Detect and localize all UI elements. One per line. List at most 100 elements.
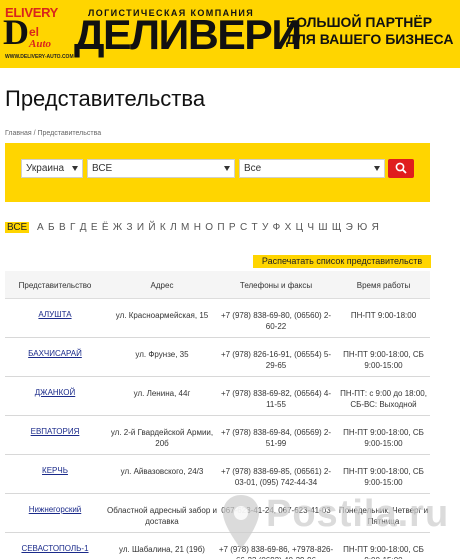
phone-cell: +7 (978) 838-69-80, (06560) 2-60-22 (220, 311, 332, 331)
table-row: ДЖАНКОЙ ул. Ленина, 44г +7 (978) 838-69-82… (5, 377, 430, 416)
breadcrumb-current: Представительства (37, 130, 102, 137)
letter-filter[interactable]: А (37, 222, 44, 233)
address-cell: ул. Фрунзе, 35 (135, 350, 189, 359)
address-cell: Областной адресный забор и доставка (107, 506, 217, 526)
letter-filter[interactable]: Л (170, 222, 177, 233)
representative-cell: ДЖАНКОЙ (5, 388, 105, 397)
slogan-line-2: ДЛЯ ВАШЕГО БИЗНЕСА (286, 31, 454, 47)
representative-cell: АЛУШТА (5, 310, 105, 319)
letter-filter[interactable]: В (59, 222, 66, 233)
letter-filter[interactable]: Ч (307, 222, 314, 233)
chevron-down-icon (374, 166, 380, 171)
delivery-logo[interactable]: ELIVERY D el Auto WWW.DELIVERY-AUTO.COM (3, 4, 74, 60)
representative-link[interactable]: ЕВПАТОРИЯ (31, 427, 80, 436)
representative-cell: СЕВАСТОПОЛЬ-1 (5, 544, 105, 553)
representative-link[interactable]: Нижнегорский (29, 505, 82, 514)
page-title: Представительства (5, 86, 206, 111)
address-cell: ул. Ленина, 44г (133, 389, 191, 398)
slogan-line-1: БОЛЬШОЙ ПАРТНЁР (286, 14, 433, 30)
city-select-value: Все (244, 163, 262, 174)
representative-cell: ЕВПАТОРИЯ (5, 427, 105, 436)
letter-filter[interactable]: У (262, 222, 268, 233)
letter-filter[interactable]: Б (48, 222, 55, 233)
letter-filter[interactable]: Д (80, 222, 87, 233)
letter-filter[interactable]: Ю (357, 222, 367, 233)
letter-filter[interactable]: Г (70, 222, 75, 233)
chevron-down-icon (224, 166, 230, 171)
address-cell: ул. Шабалина, 21 (19б) (119, 545, 205, 554)
letter-filter[interactable]: П (217, 222, 224, 233)
hours-cell: ПН-ПТ 9:00-18:00 (350, 311, 417, 320)
country-select-value: Украина (26, 163, 65, 174)
header-address: Адрес (150, 281, 174, 290)
logo-auto-text: Auto (29, 38, 52, 50)
letter-filter[interactable]: Ё (102, 222, 109, 233)
address-cell: ул. 2-й Гвардейской Армии, 20б (110, 428, 214, 448)
representative-link[interactable]: ДЖАНКОЙ (35, 388, 75, 397)
letter-filter[interactable]: И (137, 222, 144, 233)
representative-link[interactable]: БАХЧИСАРАЙ (28, 349, 82, 358)
letter-filter[interactable]: Я (372, 222, 379, 233)
hours-cell: ПН-ПТ 9:00-18:00, СБ 9:00-15:00 (343, 350, 424, 370)
breadcrumb: Главная / Представительства (5, 130, 101, 137)
letter-filter[interactable]: Т (252, 222, 258, 233)
phone-cell: +7 (978) 838-69-82, (06564) 4-11-55 (220, 389, 332, 409)
letter-filter[interactable]: Ц (296, 222, 303, 233)
representative-link[interactable]: КЕРЧЬ (42, 466, 68, 475)
table-header: Представительство Адрес Телефоны и факсы… (5, 271, 430, 299)
header-hours: Время работы (356, 281, 411, 290)
logo-letter: D (3, 12, 29, 52)
hours-cell: ПН-ПТ 9:00-18:00, СБ 9:00-15:00 (343, 467, 424, 487)
table-row: АЛУШТА ул. Красноармейская, 15 +7 (978) 83… (5, 299, 430, 338)
address-cell: ул. Красноармейская, 15 (115, 311, 209, 320)
address-cell: ул. Айвазовского, 24/3 (120, 467, 204, 476)
header-banner: ELIVERY D el Auto WWW.DELIVERY-AUTO.COM … (0, 0, 460, 68)
alphabet-filter: ВСЕ АБВГДЕЁЖЗИЙКЛМНОПРСТУФХЦЧШЩЭЮЯ (5, 222, 383, 233)
table-row: БАХЧИСАРАЙ ул. Фрунзе, 35 +7 (978) 826-16-… (5, 338, 430, 377)
watermark-text: Postila.ru (266, 493, 450, 535)
letter-filter[interactable]: М (181, 222, 189, 233)
letter-filter[interactable]: З (126, 222, 132, 233)
hours-cell: ПН-ПТ 9:00-18:00, СБ 9:00-15:00 (343, 428, 424, 448)
phone-cell: +7 (978) 838-69-85, (06561) 2-03-01, (09… (220, 467, 332, 487)
representative-cell: БАХЧИСАРАЙ (5, 349, 105, 358)
letter-filter[interactable]: Н (194, 222, 201, 233)
search-button[interactable] (388, 159, 414, 178)
print-list-button[interactable]: Распечатать список представительств (253, 255, 431, 268)
logo-url: WWW.DELIVERY-AUTO.COM (5, 54, 74, 60)
city-select[interactable]: Все (239, 159, 385, 178)
phone-cell: +7 (978) 826-16-91, (06554) 5-29-65 (220, 350, 332, 370)
letter-filter[interactable]: К (160, 222, 166, 233)
letter-filter[interactable]: С (240, 222, 247, 233)
representative-cell: Нижнегорский (5, 505, 105, 514)
search-icon (395, 162, 407, 174)
representative-link[interactable]: СЕВАСТОПОЛЬ-1 (21, 544, 88, 553)
header-name: Представительство (18, 281, 92, 290)
letter-filter[interactable]: Щ (332, 222, 341, 233)
phone-cell: +7 (978) 838-69-84, (06569) 2-51-99 (220, 428, 332, 448)
hours-cell: ПН-ПТ: с 9:00 до 18:00, СБ-ВС: Выходной (340, 389, 427, 409)
letter-filter[interactable]: Р (229, 222, 236, 233)
letter-filter[interactable]: Й (148, 222, 155, 233)
representative-cell: КЕРЧЬ (5, 466, 105, 475)
letter-filter[interactable]: Х (285, 222, 292, 233)
region-select[interactable]: ВСЕ (87, 159, 235, 178)
letter-all[interactable]: ВСЕ (5, 222, 30, 233)
letter-filter[interactable]: Э (346, 222, 353, 233)
letter-filter[interactable]: Ж (113, 222, 122, 233)
company-name: ДЕЛИВЕРИ (74, 11, 302, 58)
letter-filter[interactable]: О (205, 222, 213, 233)
header-phones: Телефоны и факсы (239, 281, 313, 290)
representative-link[interactable]: АЛУШТА (38, 310, 71, 319)
watermark: Postila.ru (216, 488, 460, 559)
country-select[interactable]: Украина (21, 159, 83, 178)
slogan: БОЛЬШОЙ ПАРТНЁР ДЛЯ ВАШЕГО БИЗНЕСА (286, 14, 453, 48)
chevron-down-icon (72, 166, 78, 171)
search-panel: Украина ВСЕ Все (5, 143, 430, 202)
region-select-value: ВСЕ (92, 163, 113, 174)
letter-filter[interactable]: Ш (318, 222, 327, 233)
breadcrumb-home[interactable]: Главная (5, 130, 32, 137)
letter-filter[interactable]: Ф (273, 222, 281, 233)
logo-mid-text: el (29, 25, 40, 39)
letter-filter[interactable]: Е (91, 222, 98, 233)
